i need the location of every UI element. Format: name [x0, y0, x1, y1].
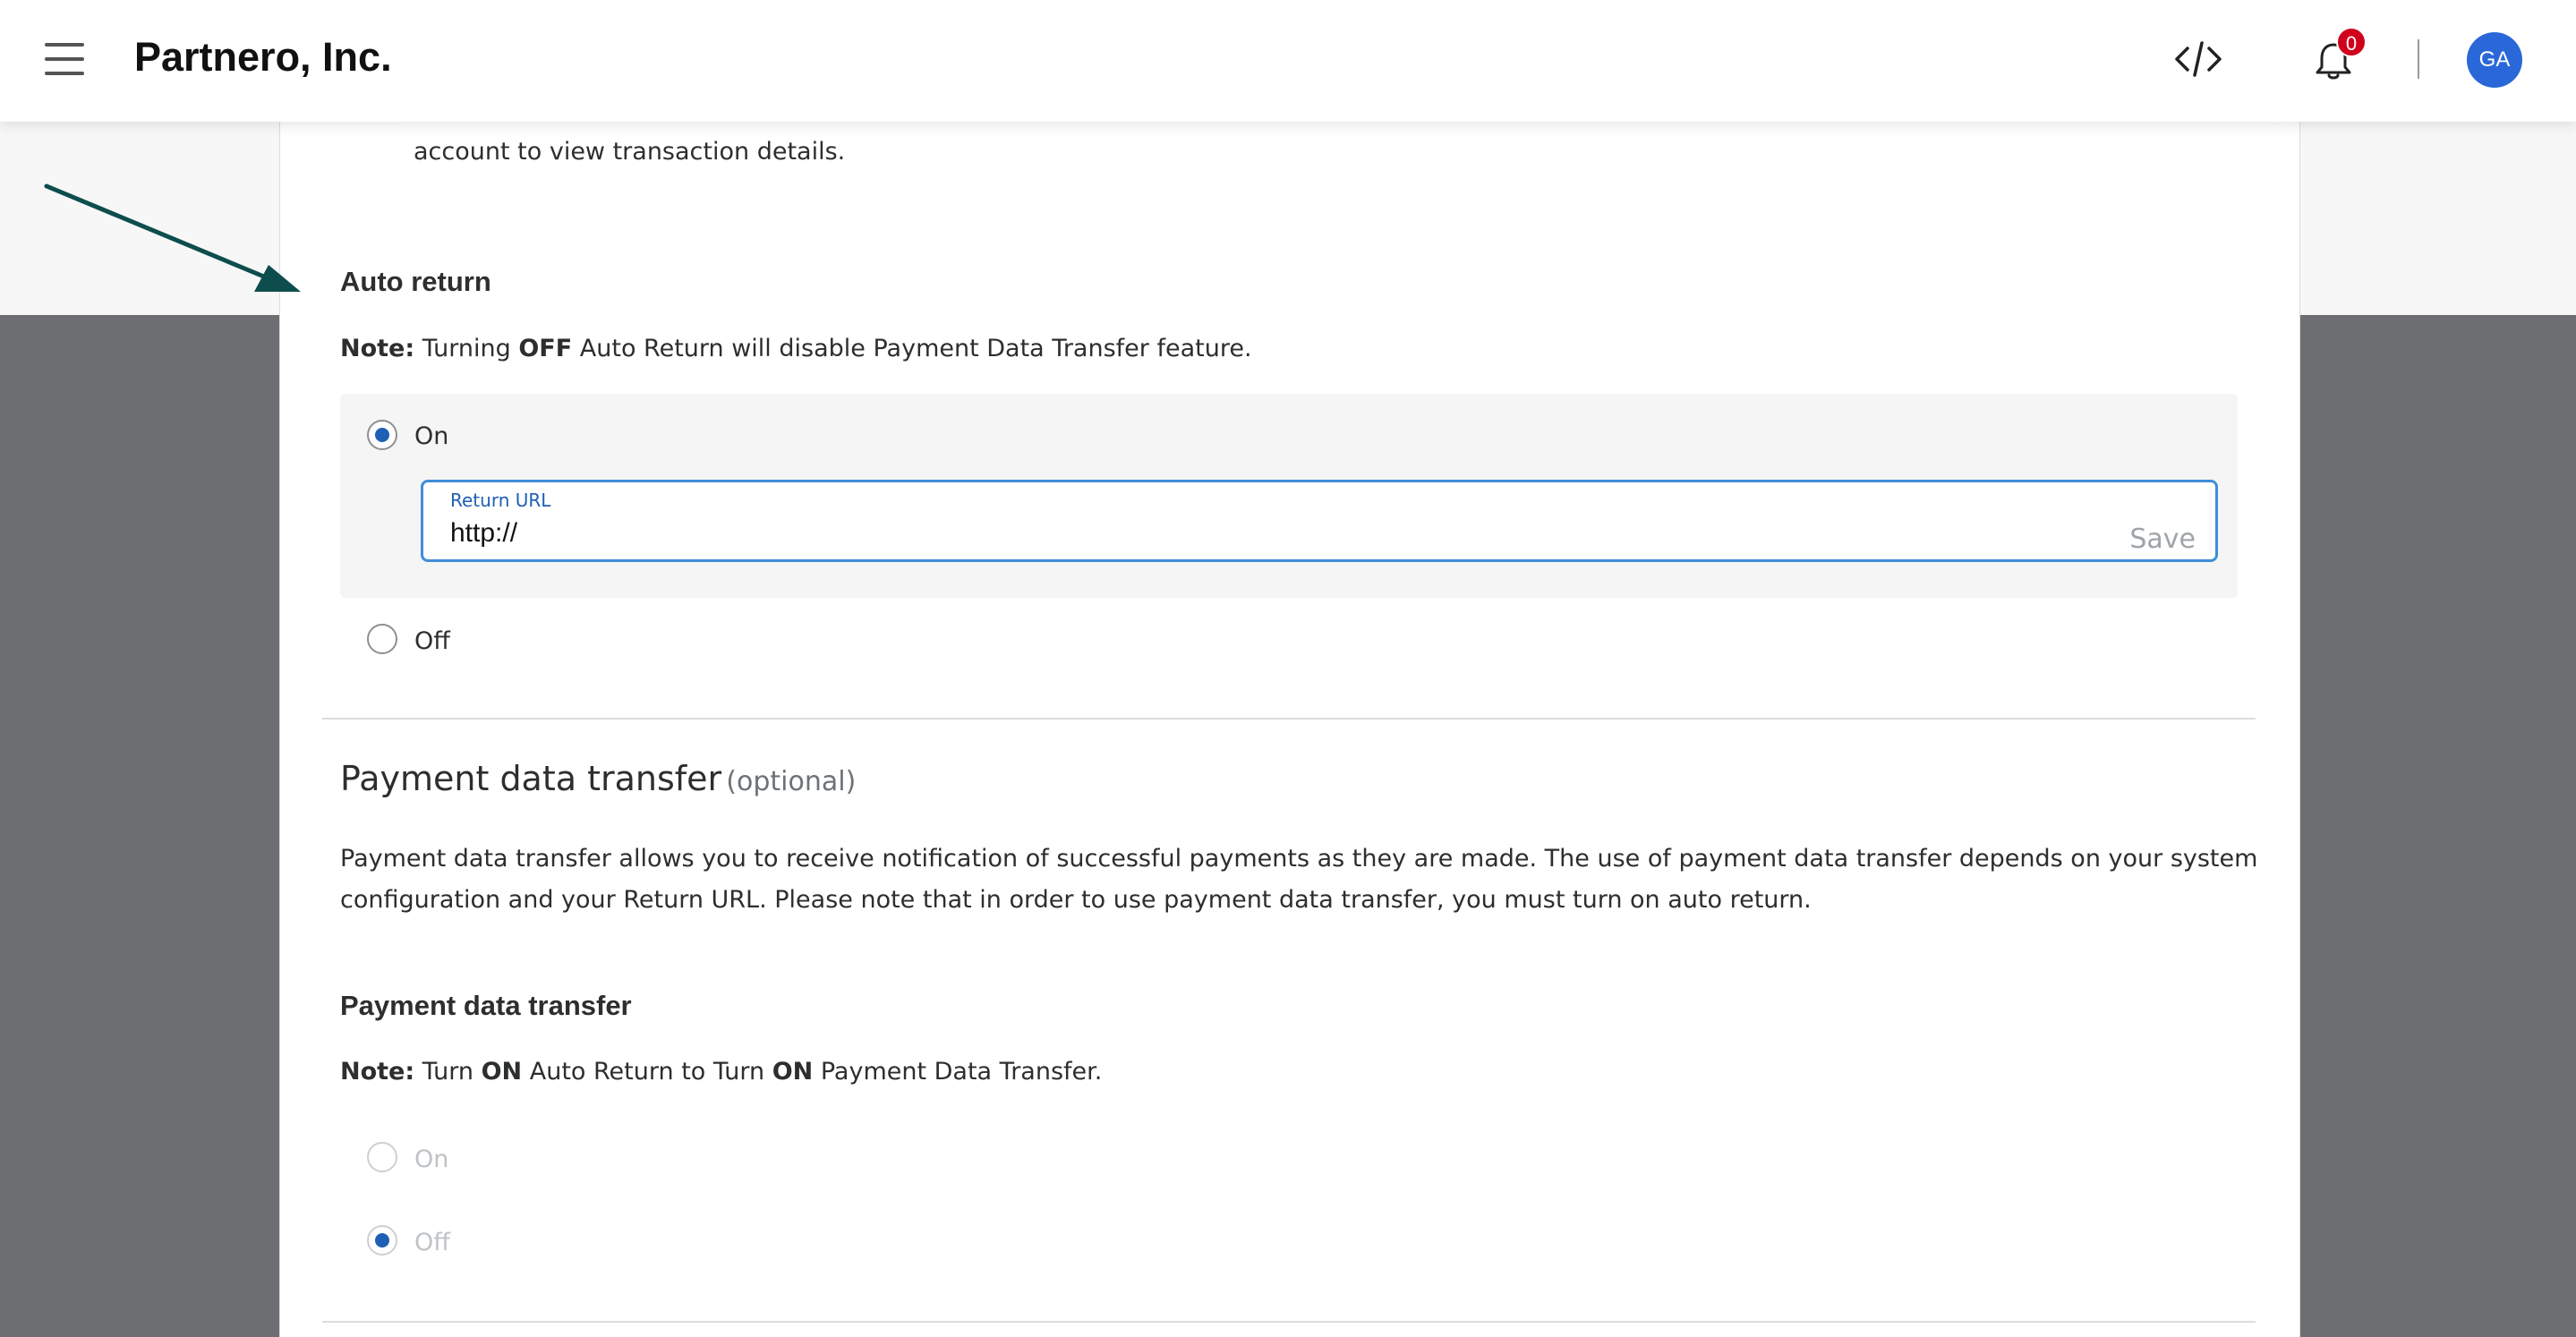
intro-text: account to view transaction details. [414, 138, 846, 166]
note-label: Note: [340, 335, 415, 362]
pdt-on-label: On [414, 1145, 449, 1173]
note-bold: OFF [518, 335, 573, 362]
note-text: Payment Data Transfer. [813, 1058, 1103, 1086]
auto-return-note: Note: Turning OFF Auto Return will disab… [340, 335, 1252, 362]
section-divider [322, 1321, 2256, 1323]
note-text: Auto Return to Turn [522, 1058, 772, 1086]
pdt-on-radio[interactable] [367, 1142, 397, 1172]
auto-return-off-label: Off [414, 627, 450, 655]
pdt-setting-title: Payment data transfer [340, 990, 632, 1021]
note-bold: ON [772, 1058, 814, 1086]
pdt-description-line1: Payment data transfer allows you to rece… [340, 845, 2258, 873]
settings-card [279, 0, 2300, 1337]
auto-return-title: Auto return [340, 266, 491, 297]
note-label: Note: [340, 1058, 415, 1086]
company-name: Partnero, Inc. [134, 34, 392, 80]
pdt-section-heading: Payment data transfer (optional) [340, 759, 856, 798]
pdt-off-label: Off [414, 1229, 450, 1256]
notification-badge: 0 [2336, 27, 2367, 57]
return-url-label: Return URL [450, 490, 551, 511]
return-url-value: http:// [450, 518, 518, 548]
user-avatar[interactable]: GA [2467, 32, 2522, 88]
pdt-description-line2: configuration and your Return URL. Pleas… [340, 886, 1812, 914]
header-divider [2418, 39, 2419, 79]
note-text: Turning [414, 335, 519, 362]
arrow-annotation-icon [44, 183, 301, 292]
pdt-off-radio[interactable] [367, 1225, 397, 1256]
auto-return-on-radio[interactable] [367, 420, 397, 450]
optional-label: (optional) [726, 766, 857, 797]
section-divider [322, 718, 2256, 720]
code-icon[interactable] [2175, 39, 2222, 79]
note-bold: ON [481, 1058, 523, 1086]
return-url-input[interactable]: Return URL http:// Save [421, 480, 2218, 562]
save-button[interactable]: Save [2129, 524, 2196, 555]
app-header: Partnero, Inc. 0 GA [0, 0, 2576, 122]
auto-return-on-label: On [414, 422, 449, 450]
pdt-setting-note: Note: Turn ON Auto Return to Turn ON Pay… [340, 1058, 1102, 1086]
menu-icon[interactable] [45, 43, 84, 75]
note-text: Auto Return will disable Payment Data Tr… [572, 335, 1252, 362]
pdt-section-title: Payment data transfer [340, 759, 722, 798]
note-text: Turn [414, 1058, 482, 1086]
auto-return-off-radio[interactable] [367, 624, 397, 654]
